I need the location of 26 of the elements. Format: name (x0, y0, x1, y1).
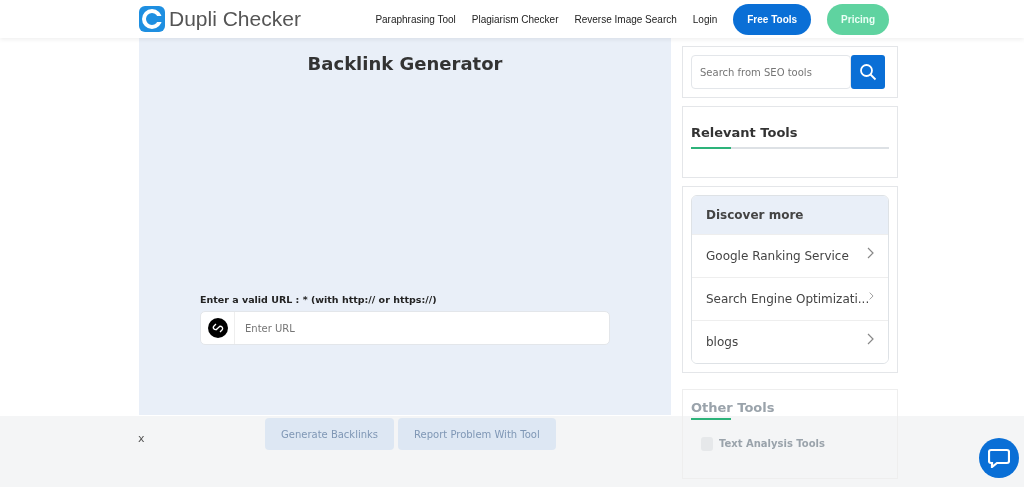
search-icon (859, 63, 877, 81)
chat-icon (988, 448, 1010, 468)
item-label: Google Ranking Service (706, 248, 849, 265)
logo-text[interactable]: Dupli Checker (169, 3, 301, 35)
discover-heading: Discover more (692, 196, 888, 234)
chevron-right-icon (867, 333, 874, 345)
link-icon (207, 318, 228, 339)
free-tools-button[interactable]: Free Tools (733, 3, 812, 35)
logo-icon (139, 6, 165, 32)
chevron-right-icon (869, 290, 874, 302)
page-title: Backlink Generator (307, 52, 503, 76)
nav-link[interactable]: Login (692, 11, 718, 27)
section-title: Other Tools (691, 399, 776, 417)
url-field[interactable]: Enter URL (200, 311, 610, 346)
chevron-right-icon (867, 247, 874, 259)
item-label: Search Engine Optimizati... (706, 291, 870, 308)
search-button[interactable] (851, 55, 885, 89)
search-field[interactable]: Search from SEO tools (691, 55, 851, 89)
section-title: Relevant Tools (691, 124, 799, 142)
field-label: Enter a valid URL : * (with http:// or https://) (200, 293, 438, 307)
nav-link[interactable]: Paraphrasing Tool (375, 11, 456, 27)
close-button[interactable]: x (132, 430, 151, 449)
nav-link[interactable]: Reverse Image Search (574, 11, 677, 27)
item-label: blogs (706, 334, 739, 351)
discover-item[interactable]: blogs (692, 320, 888, 363)
nav-link[interactable]: Plagiarism Checker (471, 11, 559, 27)
